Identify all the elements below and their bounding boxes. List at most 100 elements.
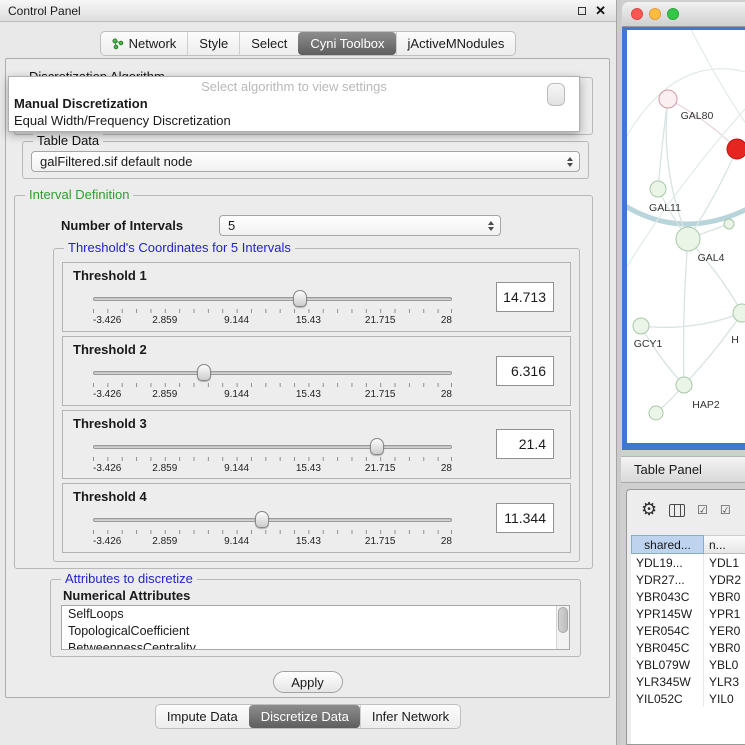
cell-name: YIL0 bbox=[704, 692, 745, 706]
num-intervals-select[interactable]: 5 bbox=[219, 215, 501, 236]
tab-jactivemnodules[interactable]: jActiveMNodules bbox=[396, 32, 516, 55]
slider-track[interactable] bbox=[93, 518, 452, 522]
column-header-name[interactable]: n... bbox=[704, 535, 745, 554]
table-data-group: Table Data galFiltered.sif default node bbox=[22, 141, 589, 179]
network-node[interactable] bbox=[727, 139, 745, 159]
network-node[interactable] bbox=[650, 181, 666, 197]
slider-thumb[interactable] bbox=[370, 438, 384, 455]
attribute-item[interactable]: BetweennessCentrality bbox=[62, 640, 569, 650]
table-data-select[interactable]: galFiltered.sif default node bbox=[31, 151, 580, 172]
table-row[interactable]: YPR145WYPR1 bbox=[631, 605, 745, 622]
select-all-checkbox-icon[interactable] bbox=[697, 501, 708, 519]
tick-label: 21.715 bbox=[365, 315, 396, 326]
float-window-icon[interactable] bbox=[578, 7, 586, 15]
tab-label: jActiveMNodules bbox=[408, 36, 505, 51]
apply-button[interactable]: Apply bbox=[273, 671, 343, 693]
cell-name: YBR0 bbox=[704, 590, 745, 604]
table-row[interactable]: YER054CYER0 bbox=[631, 622, 745, 639]
slider-track[interactable] bbox=[93, 297, 452, 301]
tab-label: Cyni Toolbox bbox=[310, 36, 384, 51]
table-row[interactable]: YBR045CYBR0 bbox=[631, 639, 745, 656]
minimize-traffic-light-icon[interactable] bbox=[649, 8, 661, 20]
tab-infer-network[interactable]: Infer Network bbox=[360, 705, 460, 728]
network-node-label: GAL11 bbox=[649, 202, 681, 214]
table-header-row: shared... n... bbox=[631, 535, 745, 554]
scrollbar-thumb[interactable] bbox=[558, 607, 568, 633]
slider-track[interactable] bbox=[93, 445, 452, 449]
slider-thumb[interactable] bbox=[293, 290, 307, 307]
threshold-value-field[interactable]: 21.4 bbox=[496, 429, 554, 459]
algorithm-option[interactable]: Manual Discretization bbox=[9, 95, 579, 112]
tab-network[interactable]: Network bbox=[101, 32, 188, 55]
bottom-tab-row: Impute Data Discretize Data Infer Network bbox=[0, 704, 616, 729]
table-row[interactable]: YBL079WYBL0 bbox=[631, 656, 745, 673]
attributes-list[interactable]: SelfLoopsTopologicalCoefficientBetweenne… bbox=[61, 605, 570, 650]
close-icon[interactable] bbox=[595, 3, 606, 19]
columns-icon[interactable] bbox=[669, 504, 685, 517]
table-panel-header[interactable]: Table Panel bbox=[621, 456, 745, 483]
threshold-value-field[interactable]: 14.713 bbox=[496, 282, 554, 312]
network-edge bbox=[641, 326, 684, 385]
node-table: shared... n... YDL19...YDL1YDR27...YDR2Y… bbox=[631, 535, 745, 744]
network-node[interactable] bbox=[724, 219, 734, 229]
cell-shared-name: YDL19... bbox=[631, 554, 704, 571]
threshold-slider[interactable]: -3.4262.8599.14415.4321.71528 bbox=[93, 436, 452, 476]
slider-track[interactable] bbox=[93, 371, 452, 375]
threshold-value-field[interactable]: 11.344 bbox=[496, 503, 554, 533]
network-node[interactable] bbox=[633, 318, 649, 334]
zoom-traffic-light-icon[interactable] bbox=[667, 8, 679, 20]
column-header-shared-name[interactable]: shared... bbox=[631, 535, 704, 554]
threshold-slider[interactable]: -3.4262.8599.14415.4321.71528 bbox=[93, 509, 452, 549]
tab-label: Select bbox=[251, 36, 287, 51]
tab-label: Infer Network bbox=[372, 709, 449, 724]
tick-label: 9.144 bbox=[224, 389, 249, 400]
close-traffic-light-icon[interactable] bbox=[631, 8, 643, 20]
network-node-label: GCY1 bbox=[634, 338, 663, 350]
checkbox-icon[interactable] bbox=[720, 501, 731, 519]
combo-stepper-icon bbox=[488, 221, 494, 231]
network-canvas[interactable]: GAL80GAL11GAL4GCY1HAP2H bbox=[627, 30, 745, 443]
control-panel-titlebar[interactable]: Control Panel bbox=[0, 0, 616, 22]
slider-tick-labels: -3.4262.8599.14415.4321.71528 bbox=[93, 389, 452, 401]
cell-shared-name: YER054C bbox=[631, 622, 704, 639]
tab-discretize-data[interactable]: Discretize Data bbox=[249, 705, 360, 728]
attributes-scrollbar[interactable] bbox=[556, 606, 569, 649]
window-controls bbox=[578, 3, 606, 19]
tab-cyni-toolbox[interactable]: Cyni Toolbox bbox=[298, 32, 395, 55]
tab-select[interactable]: Select bbox=[239, 32, 298, 55]
tab-label: Discretize Data bbox=[261, 709, 349, 724]
thresholds-container: Threshold 1 -3.4262.8599.14415.4321.71528… bbox=[62, 262, 571, 553]
slider-thumb[interactable] bbox=[255, 511, 269, 528]
table-row[interactable]: YBR043CYBR0 bbox=[631, 588, 745, 605]
tick-label: 28 bbox=[441, 315, 452, 326]
table-row[interactable]: YDL19...YDL1 bbox=[631, 554, 745, 571]
network-window-titlebar[interactable] bbox=[622, 2, 745, 27]
tick-label: 2.859 bbox=[152, 389, 177, 400]
slider-ticks bbox=[93, 383, 452, 387]
attribute-item[interactable]: TopologicalCoefficient bbox=[62, 623, 569, 640]
network-node[interactable] bbox=[676, 227, 700, 251]
attribute-item[interactable]: SelfLoops bbox=[62, 606, 569, 623]
table-row[interactable]: YDR27...YDR2 bbox=[631, 571, 745, 588]
network-node[interactable] bbox=[733, 304, 745, 322]
threshold-value-field[interactable]: 6.316 bbox=[496, 356, 554, 386]
cell-shared-name: YBR045C bbox=[631, 639, 704, 656]
table-row[interactable]: YLR345WYLR3 bbox=[631, 673, 745, 690]
gear-icon[interactable] bbox=[641, 500, 657, 520]
algorithm-dropdown[interactable]: Select algorithm to view settings Manual… bbox=[8, 76, 580, 132]
algorithm-option[interactable]: Equal Width/Frequency Discretization bbox=[9, 112, 579, 129]
tab-impute-data[interactable]: Impute Data bbox=[156, 705, 249, 728]
slider-thumb[interactable] bbox=[197, 364, 211, 381]
cell-shared-name: YIL052C bbox=[631, 690, 704, 707]
network-node[interactable] bbox=[649, 406, 663, 420]
cell-name: YDR2 bbox=[704, 573, 745, 587]
table-row[interactable]: YIL052CYIL0 bbox=[631, 690, 745, 707]
network-node[interactable] bbox=[676, 377, 692, 393]
threshold-slider[interactable]: -3.4262.8599.14415.4321.71528 bbox=[93, 362, 452, 402]
combo-stepper-fragment[interactable] bbox=[547, 83, 565, 106]
tick-label: 15.43 bbox=[296, 536, 321, 547]
threshold-label: Threshold 1 bbox=[73, 268, 147, 283]
network-node[interactable] bbox=[659, 90, 677, 108]
threshold-slider[interactable]: -3.4262.8599.14415.4321.71528 bbox=[93, 288, 452, 328]
tab-style[interactable]: Style bbox=[187, 32, 239, 55]
